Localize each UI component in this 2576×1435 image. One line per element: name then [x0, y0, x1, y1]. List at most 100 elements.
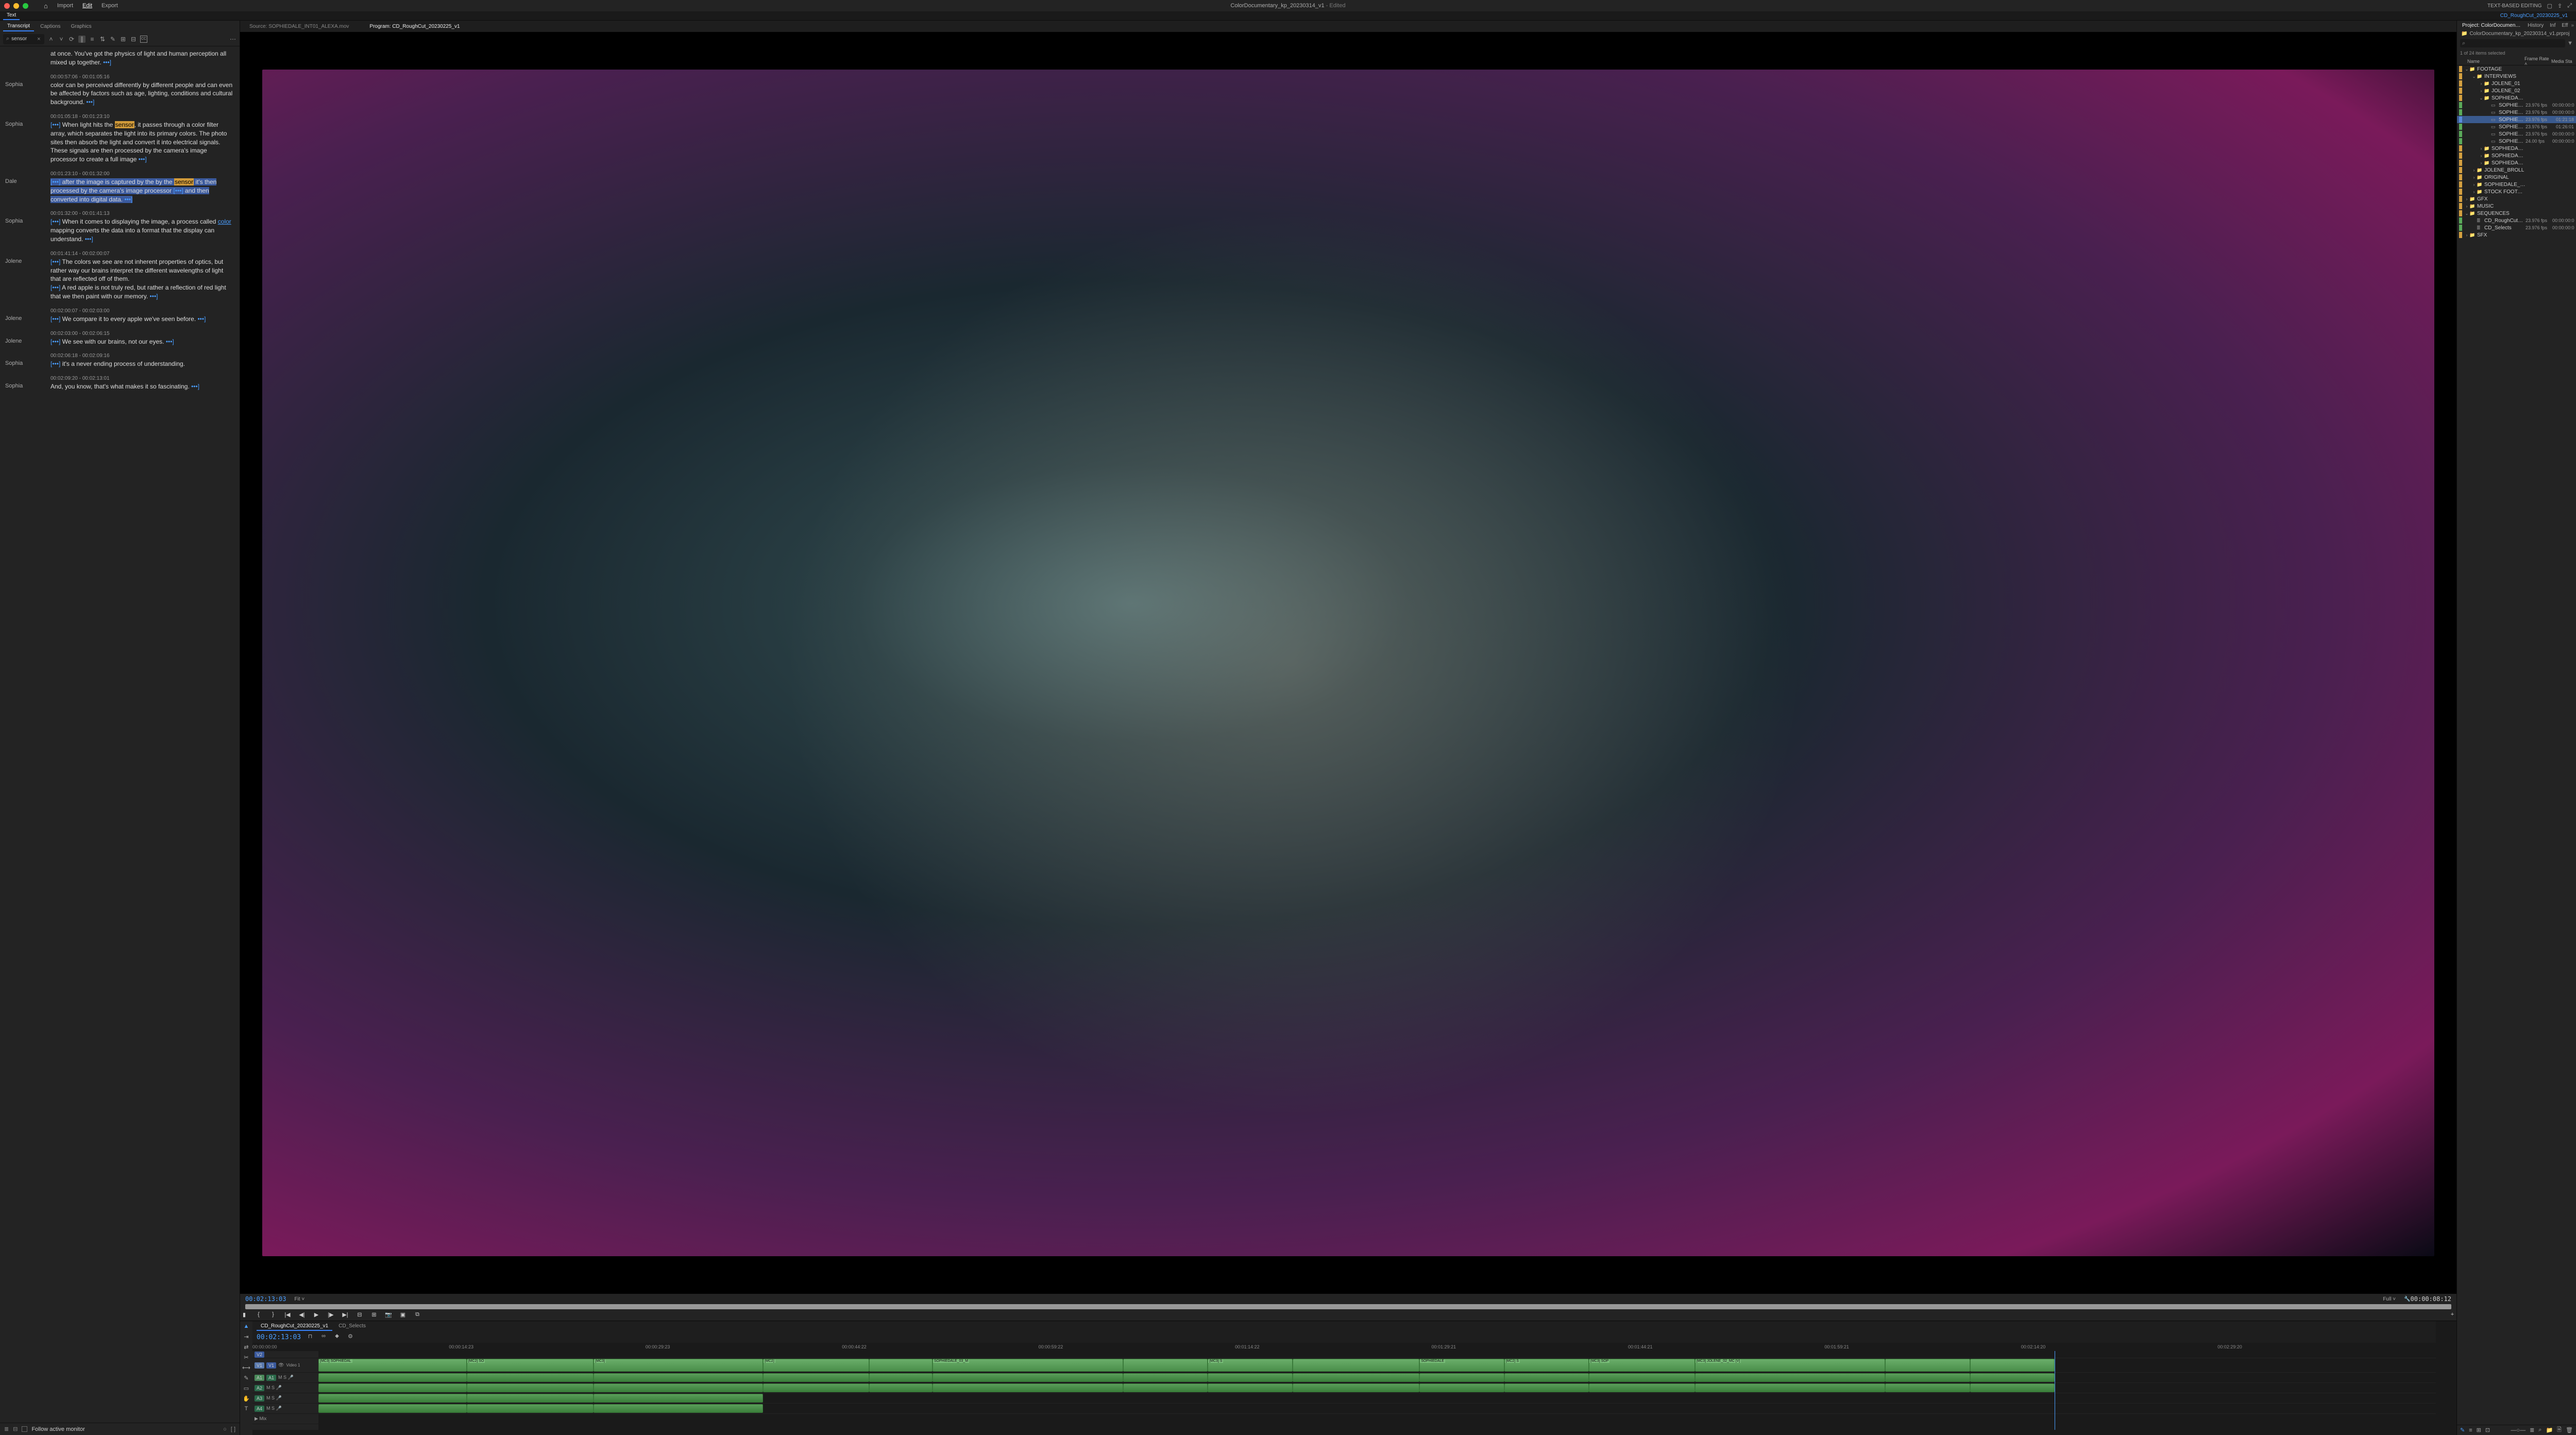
video-clip[interactable]	[869, 1359, 933, 1372]
project-bin[interactable]: ›📁STOCK FOOTAGE	[2457, 188, 2576, 195]
menu-import[interactable]: Import	[57, 3, 73, 9]
play-icon[interactable]: ▶	[312, 1311, 320, 1319]
audio-clip[interactable]	[1123, 1373, 1208, 1382]
project-bin[interactable]: ›📁JOLENE_BROLL	[2457, 166, 2576, 174]
transcript-text[interactable]: [•••] When it comes to displaying the im…	[50, 217, 234, 243]
timeline-tab-2[interactable]: CD_Selects	[334, 1322, 370, 1331]
monitor-timecode[interactable]: 00:02:13:03	[245, 1295, 286, 1303]
search-box[interactable]: ⌕ ×	[3, 34, 44, 44]
audio-clip[interactable]	[1885, 1383, 1970, 1392]
col-name[interactable]: Name	[2460, 59, 2524, 64]
video-clip[interactable]	[1123, 1359, 1208, 1372]
audio-clip[interactable]	[1419, 1373, 1504, 1382]
transcript-segment[interactable]: Sophia00:00:57:06 - 00:01:05:16color can…	[5, 74, 234, 107]
more-icon[interactable]: ⋯	[229, 36, 236, 43]
video-clip[interactable]: [MC2]	[763, 1359, 869, 1372]
audio-clip[interactable]	[1123, 1383, 1208, 1392]
in-point-icon[interactable]: {	[255, 1311, 263, 1319]
project-clip[interactable]: ▭SOPHIEDALE_I23.976 fps00:00:00:0	[2457, 130, 2576, 138]
compare-icon[interactable]: ▣	[399, 1311, 407, 1319]
audio-clip[interactable]	[869, 1373, 933, 1382]
project-clip[interactable]: ≣CD_Selects23.976 fps00:00:00:0	[2457, 224, 2576, 231]
rect-tool-icon[interactable]: ▭	[242, 1385, 250, 1393]
col-framerate[interactable]: Frame Rate ˄	[2524, 56, 2551, 66]
track-header-a2[interactable]: A2 M S 🎤	[252, 1383, 318, 1393]
project-clip[interactable]: ▭SOPHIEDALE_I23.976 fps01:26:01	[2457, 123, 2576, 130]
fit-dropdown[interactable]: Fit ˅	[294, 1296, 304, 1302]
settings-icon[interactable]: ⚙	[346, 1333, 354, 1341]
minimize-button[interactable]	[13, 3, 19, 9]
type-tool-icon[interactable]: T	[242, 1406, 250, 1414]
sort-icon[interactable]: ⇅	[99, 36, 106, 43]
transcript-text[interactable]: [•••] We compare it to every apple we've…	[50, 315, 234, 324]
audio-clip[interactable]	[1208, 1373, 1292, 1382]
link-icon[interactable]: ∞	[319, 1333, 328, 1341]
transcript-segment[interactable]: Dale00:01:23:10 - 00:01:32:00[•••] after…	[5, 171, 234, 204]
project-clip[interactable]: ▭SOPHIEDALE_I23.976 fps01:21:18	[2457, 116, 2576, 123]
goto-out-icon[interactable]: ▶|	[341, 1311, 349, 1319]
project-bin[interactable]: ⌄📁SEQUENCES	[2457, 210, 2576, 217]
insert-icon[interactable]: ⊟	[130, 36, 137, 43]
footer-icon[interactable]: ≣	[4, 1426, 9, 1432]
project-column-headers[interactable]: Name Frame Rate ˄ Media Sta	[2457, 57, 2576, 65]
close-button[interactable]	[4, 3, 10, 9]
transcript-segment[interactable]: Jolene00:01:41:14 - 00:02:00:07[•••] The…	[5, 251, 234, 301]
marker-icon[interactable]: ▮	[240, 1311, 248, 1319]
timeline-scrollbar[interactable]	[252, 1430, 2436, 1435]
next-match-icon[interactable]: ˅	[58, 36, 65, 43]
video-clip[interactable]	[1885, 1359, 1970, 1372]
audio-clip[interactable]	[467, 1404, 594, 1413]
freeform-view-icon[interactable]: ⊡	[2485, 1427, 2490, 1433]
video-clip[interactable]: SOPHIEDALE	[1419, 1359, 1504, 1372]
automate-icon[interactable]: ≣	[2530, 1427, 2534, 1433]
program-monitor[interactable]	[240, 32, 2456, 1294]
history-tab[interactable]: History	[2524, 22, 2547, 29]
track-header-a3[interactable]: A3 M S 🎤	[252, 1393, 318, 1404]
audio-clip[interactable]	[318, 1394, 467, 1403]
cc-icon[interactable]: CC	[140, 36, 147, 43]
project-bin[interactable]: ⌄📁SOPHIEDALE_01	[2457, 94, 2576, 102]
search-input[interactable]	[11, 36, 37, 42]
transcript-segment[interactable]: Sophia00:02:09:20 - 00:02:13:01And, you …	[5, 376, 234, 391]
transcript-segment[interactable]: Jolene00:02:00:07 - 00:02:03:00[•••] We …	[5, 308, 234, 324]
inf-tab[interactable]: Inf	[2547, 22, 2558, 29]
audio-clip[interactable]	[594, 1394, 763, 1403]
audio-clip[interactable]	[318, 1404, 467, 1413]
track-header-a1[interactable]: A1 A1 M S 🎤	[252, 1373, 318, 1383]
new-bin-icon[interactable]: 📁	[2546, 1427, 2553, 1433]
transcript-text[interactable]: And, you know, that's what makes it so f…	[50, 382, 234, 391]
footer-icon2[interactable]: ⊟	[13, 1426, 18, 1432]
pause-marker-icon[interactable]: ∥	[78, 36, 86, 43]
audio-clip[interactable]	[1293, 1373, 1420, 1382]
timeline-ruler[interactable]: 00:00:00:0000:00:14:2300:00:29:2300:00:4…	[252, 1343, 2436, 1351]
video-clip[interactable]: [MC2] S	[1504, 1359, 1589, 1372]
transcript-text[interactable]: [•••] The colors we see are not inherent…	[50, 258, 234, 301]
project-bin[interactable]: ›📁SFX	[2457, 231, 2576, 239]
extract-icon[interactable]: ⊞	[370, 1311, 378, 1319]
transcript-segment[interactable]: Sophia00:01:32:00 - 00:01:41:13[•••] Whe…	[5, 211, 234, 243]
col-mediastart[interactable]: Media Sta	[2551, 59, 2573, 64]
project-breadcrumb[interactable]: 📁 ColorDocumentary_kp_20230314_v1.prproj	[2457, 30, 2576, 38]
transcript-text[interactable]: [•••] it's a never ending process of und…	[50, 360, 234, 368]
zoom-slider[interactable]: —○—	[2511, 1427, 2526, 1433]
audio-clip[interactable]	[318, 1383, 467, 1392]
transcript-segment[interactable]: Jolene00:02:03:00 - 00:02:06:15[•••] We …	[5, 331, 234, 346]
audio-clip[interactable]	[594, 1404, 763, 1413]
audio-clip[interactable]	[467, 1394, 594, 1403]
timeline-tab-1[interactable]: CD_RoughCut_20230225_v1	[257, 1322, 332, 1331]
disclosure-arrow[interactable]: ›	[2471, 190, 2477, 194]
transcript-segment[interactable]: Sophia00:01:05:18 - 00:01:23:10[•••] Whe…	[5, 114, 234, 164]
track-header-v2[interactable]: V2	[252, 1351, 318, 1358]
find-icon[interactable]: ⌕	[2538, 1427, 2541, 1433]
tab-transcript[interactable]: Transcript	[3, 22, 34, 31]
project-clip[interactable]: ▭SOPHIEDALE_I23.976 fps00:00:00:0	[2457, 109, 2576, 116]
disclosure-arrow[interactable]: ›	[2471, 175, 2477, 180]
audio-clip[interactable]	[869, 1383, 933, 1392]
audio-clip[interactable]	[594, 1373, 763, 1382]
camera-icon[interactable]: 📷	[384, 1311, 393, 1319]
source-tab[interactable]: Source: SOPHIEDALE_INT01_ALEXA.mov	[244, 24, 354, 29]
filter-icon[interactable]: ▼	[2567, 40, 2573, 46]
disclosure-arrow[interactable]: ›	[2479, 154, 2484, 158]
tab-captions[interactable]: Captions	[36, 22, 64, 31]
audio-clip[interactable]	[1970, 1383, 2055, 1392]
